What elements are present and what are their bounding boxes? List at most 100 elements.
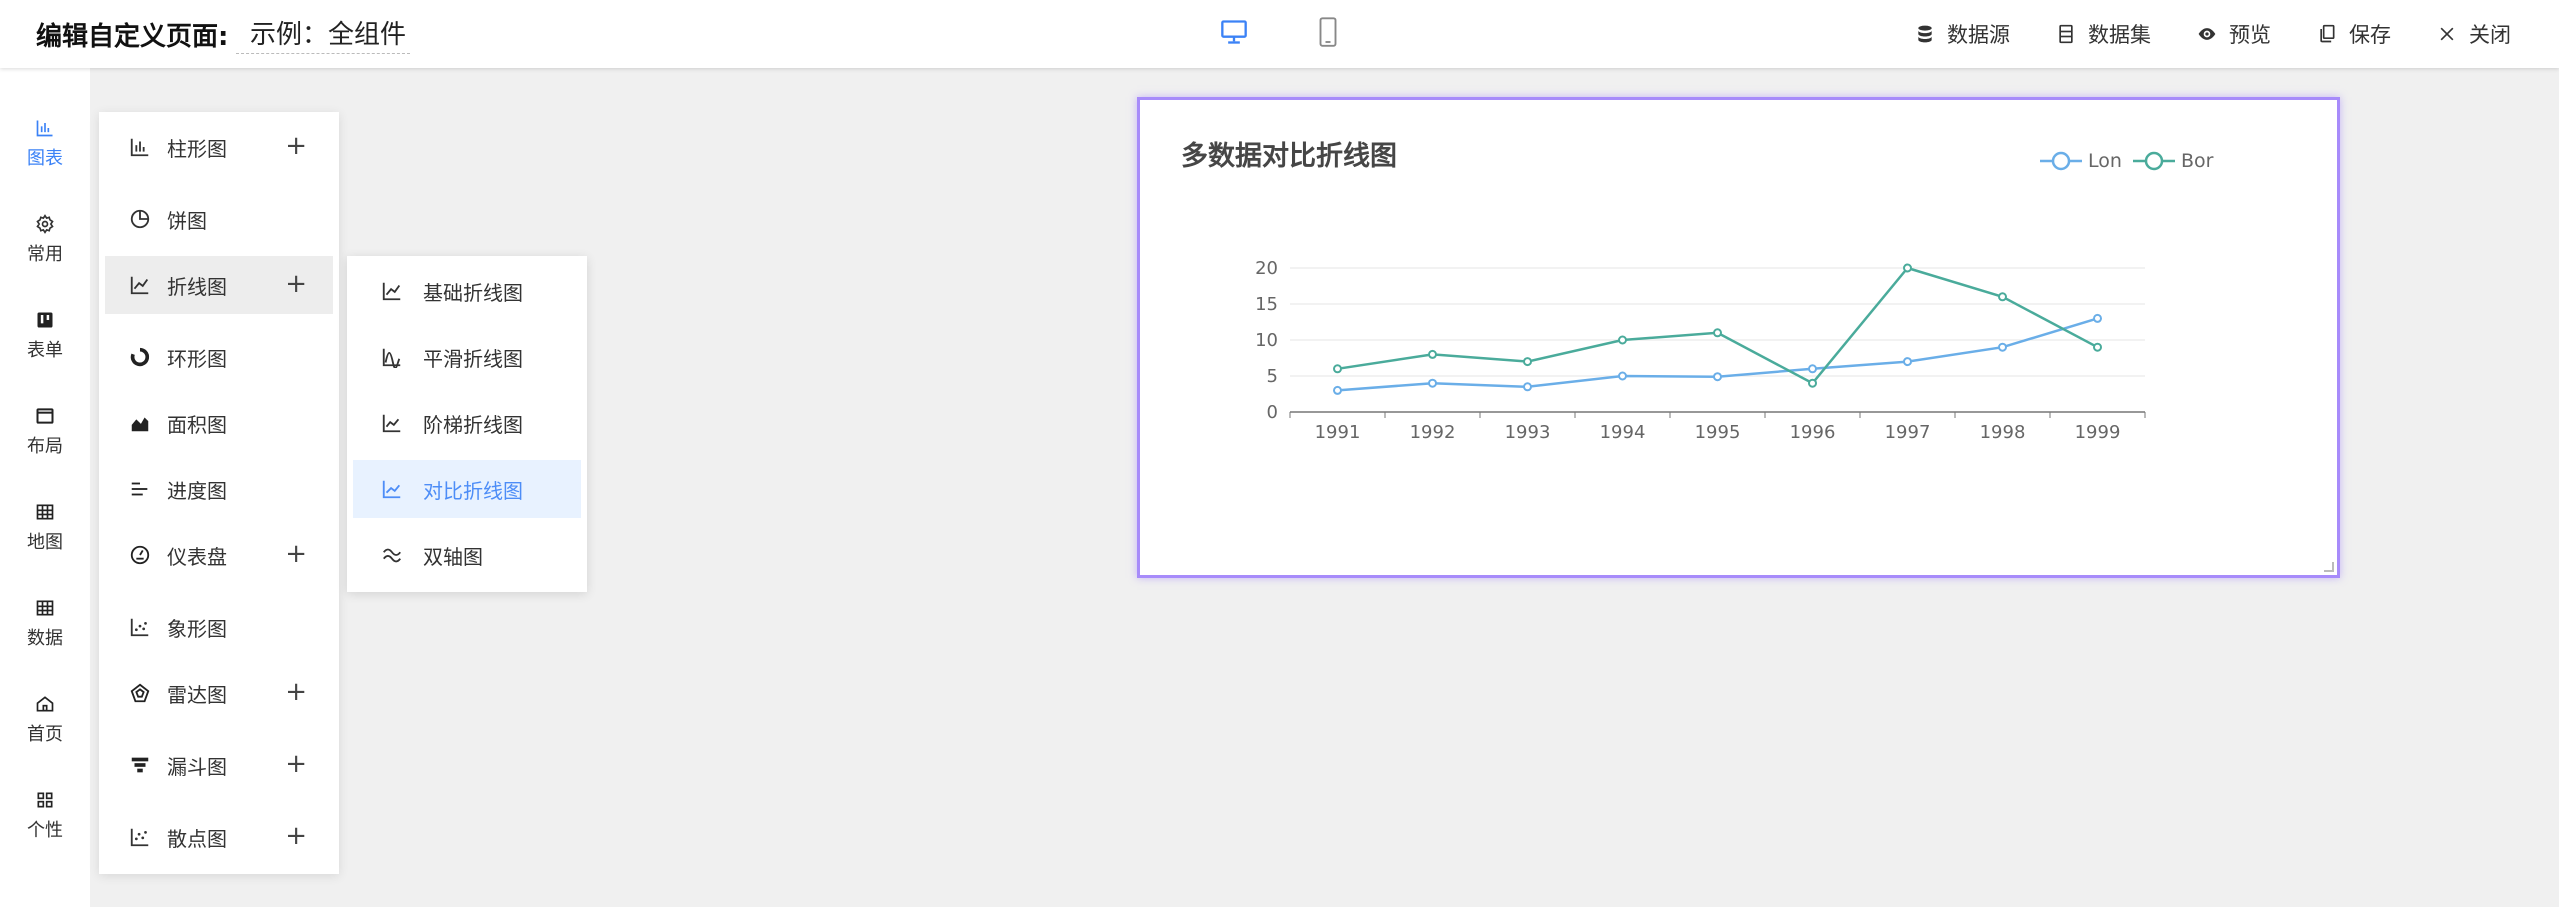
ring-chart-icon xyxy=(130,347,150,367)
menu-item-bar[interactable]: 柱形图 + xyxy=(105,118,333,176)
sub-item-basic-line[interactable]: 基础折线图 xyxy=(353,262,581,320)
expand-plus-icon[interactable]: + xyxy=(285,822,307,850)
preview-button[interactable]: 预览 xyxy=(2197,19,2271,49)
datasource-label: 数据源 xyxy=(1947,23,2010,47)
sub-label-dual-axis: 双轴图 xyxy=(423,544,483,569)
page-editor-title: 编辑自定义页面: xyxy=(36,22,229,52)
data-point xyxy=(1428,349,1437,359)
data-point xyxy=(1618,335,1627,345)
desktop-view-button[interactable] xyxy=(1216,14,1252,50)
menu-item-scatter[interactable]: 散点图 + xyxy=(105,808,333,866)
rail-label-common: 常用 xyxy=(27,244,63,265)
menu-item-funnel[interactable]: 漏斗图 + xyxy=(105,736,333,794)
area-chart-icon xyxy=(131,417,149,432)
menu-item-line[interactable]: 折线图 + xyxy=(105,256,333,314)
data-point xyxy=(2093,342,2102,352)
save-label: 保存 xyxy=(2349,23,2391,47)
x-tick-label: 1997 xyxy=(1885,422,1931,443)
data-point xyxy=(1428,378,1437,388)
save-icon xyxy=(2320,24,2335,43)
save-button[interactable]: 保存 xyxy=(2317,19,2391,49)
menu-label-line: 折线图 xyxy=(167,274,227,299)
resize-handle[interactable] xyxy=(2324,562,2334,572)
expand-plus-icon[interactable]: + xyxy=(285,678,307,706)
mobile-view-button[interactable] xyxy=(1310,14,1346,50)
rail-item-form[interactable]: 表单 xyxy=(0,296,90,376)
rail-item-home[interactable]: 首页 xyxy=(0,680,90,760)
menu-item-ring[interactable]: 环形图 xyxy=(105,328,333,386)
rail-item-data[interactable]: 数据 xyxy=(0,584,90,664)
menu-item-pictorial[interactable]: 象形图 xyxy=(105,598,333,656)
y-tick-label: 0 xyxy=(1267,402,1278,423)
dataset-icon xyxy=(2059,24,2073,44)
rail-label-map: 地图 xyxy=(27,532,63,553)
sub-label-compare-line: 对比折线图 xyxy=(423,478,523,503)
page-name[interactable]: 示例：全组件 xyxy=(236,14,411,54)
rail-label-form: 表单 xyxy=(27,340,63,361)
expand-plus-icon[interactable]: + xyxy=(285,270,307,298)
menu-label-gauge: 仪表盘 xyxy=(167,544,227,569)
eye-icon xyxy=(2198,28,2216,40)
menu-item-pie[interactable]: 饼图 xyxy=(105,190,333,248)
data-point xyxy=(1998,292,2007,302)
sub-item-dual-axis[interactable]: 双轴图 xyxy=(353,526,581,584)
legend-marker xyxy=(2144,151,2164,171)
chart-card[interactable]: 多数据对比折线图 0 5 10 15 20 1991 1992 1993 1994 1995 1996… xyxy=(1137,97,2340,578)
data-point xyxy=(1333,385,1342,395)
x-tick-label: 1996 xyxy=(1790,422,1836,443)
close-button[interactable]: 关闭 xyxy=(2437,19,2511,49)
menu-label-pictorial: 象形图 xyxy=(167,616,227,641)
radar-icon xyxy=(130,683,150,703)
menu-item-gauge[interactable]: 仪表盘 + xyxy=(105,526,333,584)
legend-label: Lon xyxy=(2088,150,2122,172)
expand-plus-icon[interactable]: + xyxy=(285,750,307,778)
rail-label-custom: 个性 xyxy=(27,820,63,841)
y-tick-label: 10 xyxy=(1255,330,1278,351)
expand-plus-icon[interactable]: + xyxy=(285,132,307,160)
pictorial-icon xyxy=(130,618,149,637)
sub-item-compare-line[interactable]: 对比折线图 xyxy=(353,460,581,518)
x-tick-label: 1999 xyxy=(2075,422,2121,443)
database-icon xyxy=(1918,25,1932,43)
sub-item-smooth-line[interactable]: 平滑折线图 xyxy=(353,328,581,386)
data-point xyxy=(1618,371,1627,381)
dataset-label: 数据集 xyxy=(2088,23,2151,47)
datasource-button[interactable]: 数据源 xyxy=(1915,19,2010,49)
menu-item-progress[interactable]: 进度图 xyxy=(105,460,333,518)
gear-icon xyxy=(36,214,54,234)
data-point xyxy=(1333,364,1342,374)
legend-marker xyxy=(2051,151,2071,171)
funnel-icon xyxy=(131,757,149,773)
menu-item-radar[interactable]: 雷达图 + xyxy=(105,664,333,722)
data-point xyxy=(1808,378,1817,388)
close-icon xyxy=(2440,27,2454,41)
menu-label-scatter: 散点图 xyxy=(167,826,227,851)
rail-item-map[interactable]: 地图 xyxy=(0,488,90,568)
header-actions: 数据源 数据集 预览 保存 关闭 xyxy=(1915,0,2511,68)
x-tick-label: 1993 xyxy=(1505,422,1551,443)
sub-item-step-line[interactable]: 阶梯折线图 xyxy=(353,394,581,452)
menu-item-area[interactable]: 面积图 xyxy=(105,394,333,452)
gauge-icon xyxy=(130,545,150,565)
form-icon xyxy=(37,312,53,328)
progress-chart-icon xyxy=(131,482,148,496)
left-rail: 图表 常用 表单 布局 地图 数据 首页 个性 xyxy=(0,68,90,907)
menu-label-radar: 雷达图 xyxy=(167,682,227,707)
data-point xyxy=(1713,372,1722,382)
dataset-button[interactable]: 数据集 xyxy=(2056,19,2151,49)
compare-line-icon xyxy=(382,480,401,499)
scatter-icon xyxy=(130,828,149,847)
rail-label-chart: 图表 xyxy=(27,148,63,169)
rail-item-custom[interactable]: 个性 xyxy=(0,776,90,856)
rail-item-common[interactable]: 常用 xyxy=(0,200,90,280)
data-point xyxy=(1808,364,1817,374)
preview-label: 预览 xyxy=(2229,23,2271,47)
rail-item-layout[interactable]: 布局 xyxy=(0,392,90,472)
menu-label-progress: 进度图 xyxy=(167,478,227,503)
smooth-line-icon xyxy=(382,348,401,368)
close-label: 关闭 xyxy=(2469,23,2511,47)
compare-line-chart: 多数据对比折线图 0 5 10 15 20 1991 1992 1993 1994 1995 1996… xyxy=(1181,141,2214,443)
expand-plus-icon[interactable]: + xyxy=(285,540,307,568)
x-tick-label: 1991 xyxy=(1315,422,1361,443)
rail-item-chart[interactable]: 图表 xyxy=(0,104,90,184)
